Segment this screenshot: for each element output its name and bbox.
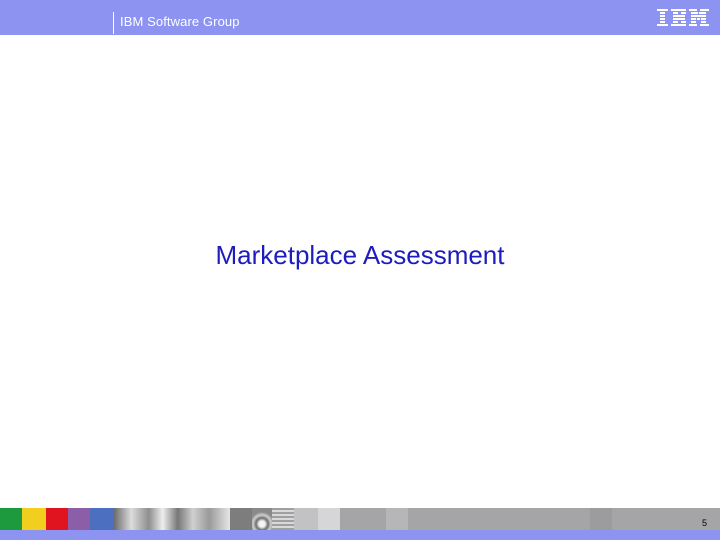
footer-bottom-band bbox=[0, 530, 720, 540]
header-bar: IBM Software Group bbox=[0, 0, 720, 35]
header-divider bbox=[113, 12, 114, 34]
ibm-logo-icon bbox=[657, 9, 709, 26]
slide-title: Marketplace Assessment bbox=[215, 240, 505, 270]
header-title: IBM Software Group bbox=[120, 14, 240, 29]
page-number: 5 bbox=[701, 518, 707, 528]
